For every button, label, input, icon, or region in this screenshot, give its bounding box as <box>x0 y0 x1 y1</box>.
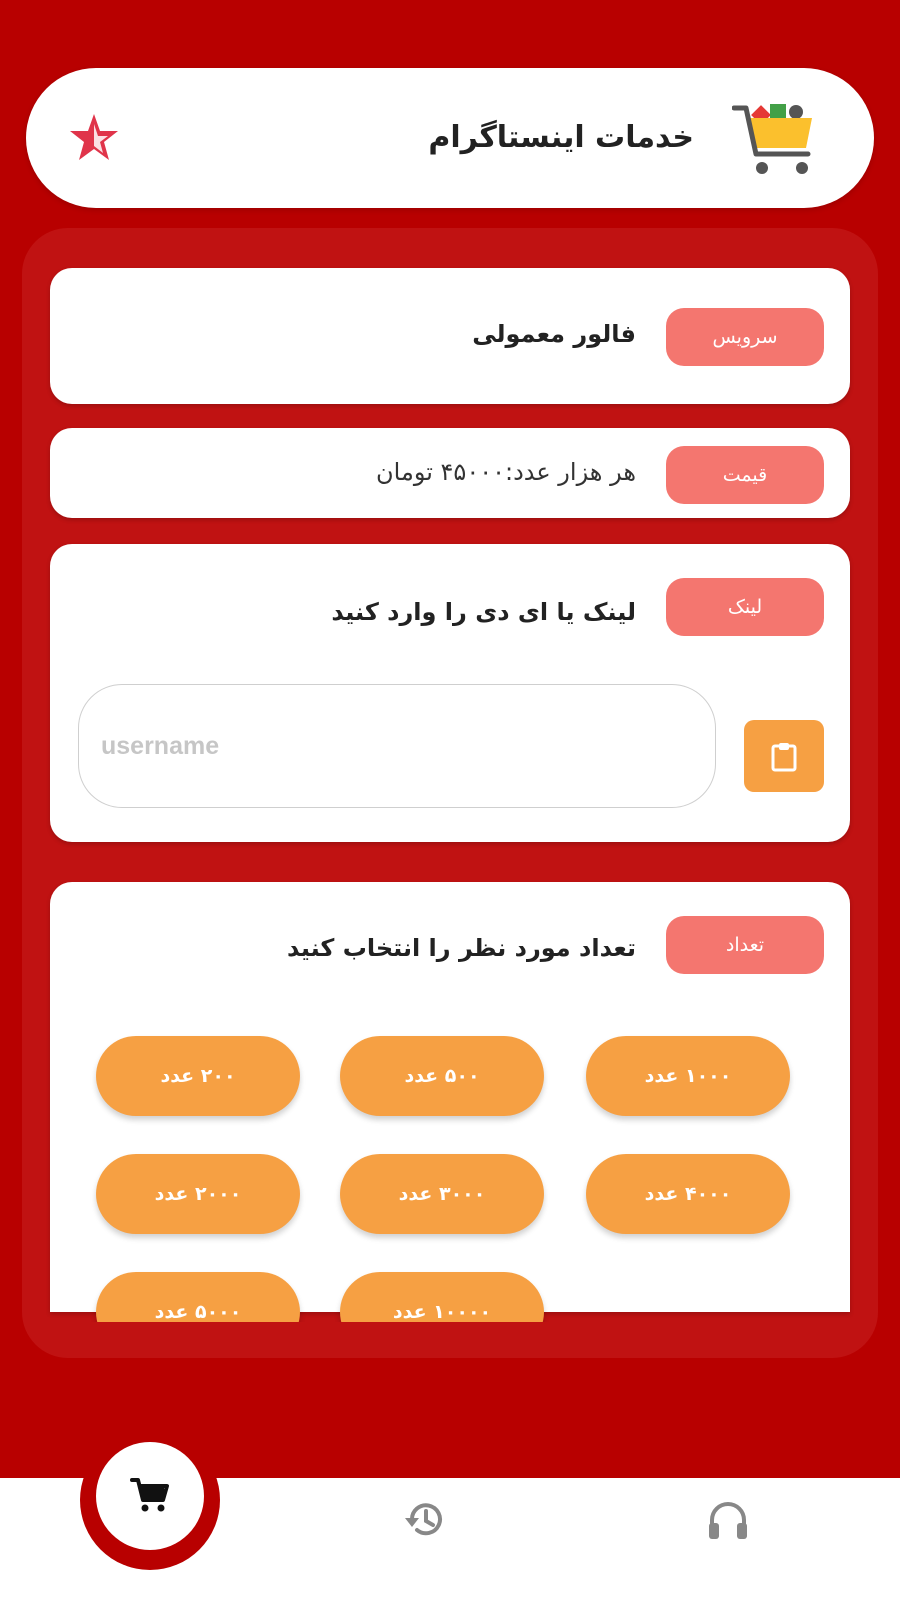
quantity-tag: تعداد <box>666 916 824 974</box>
quantity-option-button[interactable]: ۵۰۰ عدد <box>340 1036 544 1116</box>
clipboard-icon <box>771 743 797 772</box>
history-icon[interactable] <box>402 1500 446 1540</box>
shopping-cart-icon <box>130 1478 169 1512</box>
quantity-prompt: تعداد مورد نظر را انتخاب کنید <box>286 934 636 962</box>
shopping-cart-icon[interactable] <box>732 102 818 178</box>
quantity-option-button[interactable]: ۴۰۰۰ عدد <box>586 1154 790 1234</box>
quantity-option-button[interactable]: ۱۰۰۰ عدد <box>586 1036 790 1116</box>
service-card: سرویس فالور معمولی <box>50 268 850 404</box>
price-value: هر هزار عدد:۴۵۰۰۰ تومان <box>376 458 636 486</box>
username-input[interactable] <box>78 684 716 808</box>
link-prompt: لینک یا ای دی را وارد کنید <box>331 598 636 626</box>
link-card: لینک لینک یا ای دی را وارد کنید <box>50 544 850 842</box>
quantity-option-button[interactable]: ۱۰۰۰۰ عدد <box>340 1272 544 1322</box>
nav-cart-button[interactable] <box>96 1442 204 1550</box>
price-tag: قیمت <box>666 446 824 504</box>
quantity-option-button[interactable]: ۲۰۰ عدد <box>96 1036 300 1116</box>
paste-button[interactable] <box>744 720 824 792</box>
service-tag: سرویس <box>666 308 824 366</box>
quantity-card: تعداد تعداد مورد نظر را انتخاب کنید ۱۰۰۰… <box>50 882 850 1322</box>
quantity-option-button[interactable]: ۵۰۰۰ عدد <box>96 1272 300 1322</box>
headset-icon[interactable] <box>706 1500 750 1544</box>
star-icon[interactable] <box>66 110 122 166</box>
price-card: قیمت هر هزار عدد:۴۵۰۰۰ تومان <box>50 428 850 518</box>
link-tag: لینک <box>666 578 824 636</box>
quantity-option-button[interactable]: ۳۰۰۰ عدد <box>340 1154 544 1234</box>
service-value: فالور معمولی <box>472 320 636 348</box>
quantity-options: ۱۰۰۰ عدد ۵۰۰ عدد ۲۰۰ عدد ۴۰۰۰ عدد ۳۰۰۰ ع… <box>50 1012 850 1322</box>
quantity-option-button[interactable]: ۲۰۰۰ عدد <box>96 1154 300 1234</box>
app-header: خدمات اینستاگرام <box>26 68 874 208</box>
page-title: خدمات اینستاگرام <box>428 120 694 155</box>
